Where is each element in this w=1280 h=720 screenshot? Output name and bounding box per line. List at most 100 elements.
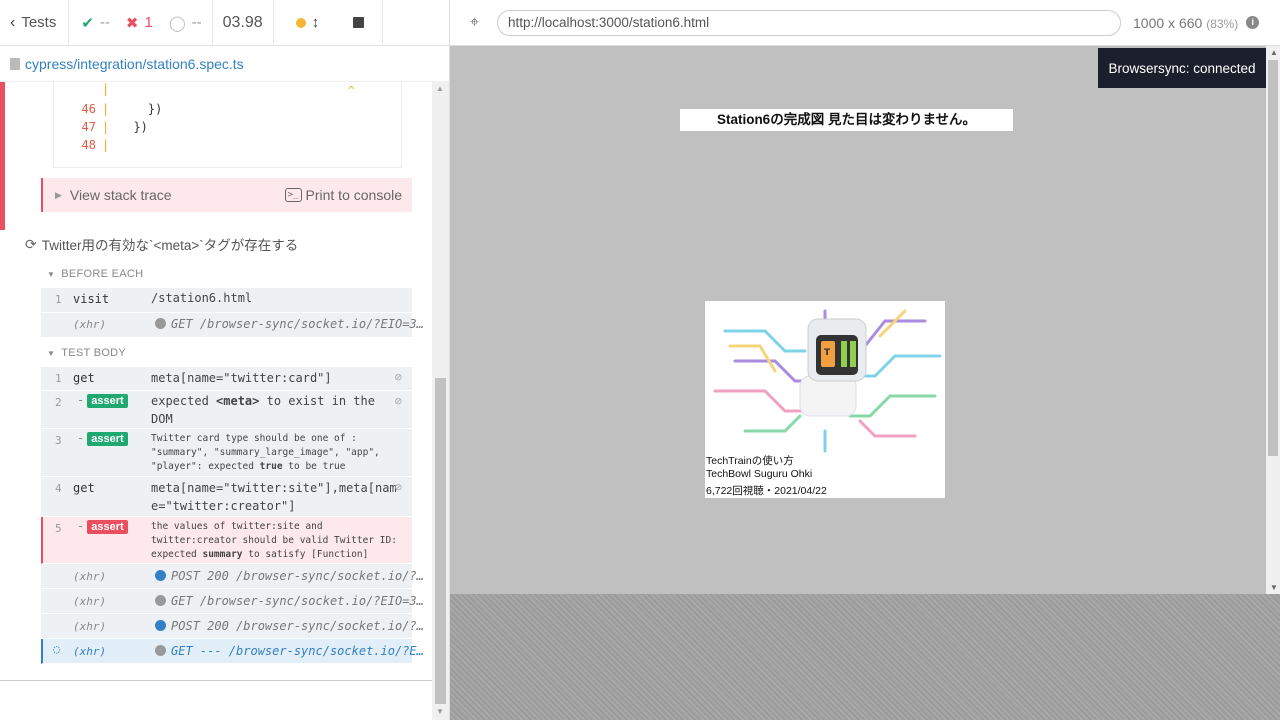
xhr-message: GET /browser-sync/socket.io/?EIO=3… [171, 317, 424, 331]
x-icon: ✖ [125, 14, 139, 32]
pending-count: ◯ -- [169, 14, 202, 32]
command-row[interactable]: 4 get meta[name="twitter:site"],meta[nam… [41, 477, 412, 517]
eye-slash-icon[interactable]: ⊘ [395, 370, 402, 384]
assert-badge: assert [87, 394, 128, 408]
url-field[interactable]: http://localhost:3000/station6.html [497, 9, 1122, 36]
thumbnail-image: T [713, 309, 942, 453]
duration: 03.98 [213, 0, 274, 46]
command-row-xhr[interactable]: (xhr) GET /browser-sync/socket.io/?EIO=3… [41, 589, 424, 614]
test-title[interactable]: ⟳ Twitter用の有効な`<meta>`タグが存在する [25, 234, 298, 254]
refresh-icon: ⟳ [25, 235, 37, 252]
scroll-up-icon[interactable]: ▲ [436, 84, 444, 93]
video-title[interactable]: TechTrainの使い方 [706, 453, 794, 468]
view-stack-trace-toggle[interactable]: View stack trace [70, 187, 172, 203]
stack-trace-bar: ▶ View stack trace >_ Print to console [41, 178, 412, 212]
msg-part: to exist in the [259, 394, 375, 408]
info-icon[interactable]: i [1246, 16, 1260, 29]
code-line-text: }) [119, 102, 163, 116]
command-row-xhr-pending[interactable]: ◌ (xhr) GET --- /browser-sync/socket.io/… [41, 639, 424, 664]
passed-value: -- [99, 14, 110, 31]
reporter-panel: ‹ Tests ✔ -- ✖ 1 ◯ -- 03.98 ↕ cypress/integ… [0, 0, 450, 720]
eye-slash-icon[interactable]: ⊘ [395, 394, 402, 408]
command-name: - assert [77, 393, 128, 408]
loading-spinner-icon: ◌ [53, 642, 61, 656]
command-row-assert-failed[interactable]: 5 - assert the values of twitter:site and… [41, 517, 412, 564]
page-heading: Station6の完成図 見た目は変わりません。 [680, 109, 1013, 131]
spec-path-link[interactable]: cypress/integration/station6.spec.ts [25, 56, 244, 72]
scroll-down-icon[interactable]: ▼ [436, 707, 444, 716]
chevron-left-icon: ‹ [10, 13, 16, 31]
msg-part: true [259, 461, 283, 472]
msg-part: to be true [282, 461, 346, 472]
hook-label: TEST BODY [61, 347, 127, 359]
status-dot-icon [155, 645, 166, 656]
terminal-icon: >_ [284, 188, 302, 202]
command-message: expected <meta> to exist in the DOM [151, 392, 375, 428]
command-row-xhr[interactable]: (xhr) POST 200 /browser-sync/socket.io/?… [41, 614, 424, 639]
command-row-xhr[interactable]: (xhr) POST 200 /browser-sync/socket.io/?… [41, 564, 424, 589]
msg-line: twitter:creator should be valid Twitter … [151, 535, 397, 546]
msg-part: <meta> [216, 394, 260, 408]
command-message: meta[name="twitter:site"],meta[nam e="tw… [151, 479, 397, 515]
browsersync-notification: Browsersync: connected [1098, 48, 1266, 88]
runnable-list: | ^ 46 | }) 47 | }) 48 | ▶ View stack tr… [0, 82, 432, 680]
assert-badge: assert [87, 432, 128, 446]
print-to-console-button[interactable]: >_ Print to console [284, 187, 403, 203]
status-dot-icon [155, 620, 166, 631]
xhr-message: POST 200 /browser-sync/socket.io/?… [171, 619, 424, 633]
xhr-message: GET /browser-sync/socket.io/?EIO=3… [171, 594, 424, 608]
stats-counts: ✔ -- ✖ 1 ◯ -- [69, 0, 213, 46]
command-row-xhr[interactable]: (xhr) GET /browser-sync/socket.io/?EIO=3… [41, 313, 424, 338]
eye-slash-icon[interactable]: ⊘ [395, 480, 402, 494]
controls: ↕ [274, 0, 384, 46]
scroll-down-icon[interactable]: ▼ [1270, 583, 1278, 592]
msg-part: summary [202, 549, 243, 560]
iframe-scrollbar[interactable]: ▲ ▼ [1266, 46, 1280, 594]
command-row-assert[interactable]: 3 - assert Twitter card type should be on… [41, 429, 412, 477]
caret-down-icon: ▼ [47, 270, 56, 279]
caret-down-icon: ▼ [47, 349, 56, 358]
command-message: POST 200 /browser-sync/socket.io/?… [155, 617, 424, 635]
command-row-assert[interactable]: 2 - assert expected <meta> to exist in th… [41, 391, 412, 429]
video-card[interactable]: T TechTrainの使い方 TechBowl Suguru Ohki 6,7… [705, 301, 945, 498]
check-icon: ✔ [81, 14, 94, 32]
print-to-console-label: Print to console [305, 187, 403, 203]
video-thumbnail[interactable]: T [705, 301, 945, 453]
command-number: 1 [55, 372, 62, 385]
scroll-up-icon[interactable]: ▲ [1270, 48, 1278, 57]
command-name: (xhr) [73, 620, 107, 633]
selector-playground-icon[interactable]: ⌖ [470, 14, 479, 32]
tests-button[interactable]: ‹ Tests [0, 0, 70, 46]
command-name: - assert [77, 431, 128, 446]
error-caret: ^ [348, 84, 355, 97]
command-message: meta[name="twitter:card"] [151, 371, 332, 385]
command-name: (xhr) [73, 645, 107, 658]
circle-notch-icon: ◯ [168, 14, 186, 32]
code-line-text: }) [119, 120, 148, 134]
command-row[interactable]: 1 visit /station6.html [41, 288, 412, 313]
code-frame: | ^ 46 | }) 47 | }) 48 | [53, 82, 402, 168]
hook-before-each[interactable]: ▼ BEFORE EACH [47, 268, 143, 280]
command-message: POST 200 /browser-sync/socket.io/?… [155, 567, 424, 585]
hook-test-body[interactable]: ▼ TEST BODY [47, 347, 126, 359]
code-line-pipe: | [102, 82, 110, 96]
msg-line: meta[name="twitter:site"],meta[nam [151, 481, 397, 495]
status-dot-icon [155, 318, 166, 329]
viewport-info[interactable]: 1000 x 660 (83%) [1133, 15, 1238, 31]
command-name: (xhr) [73, 318, 107, 331]
channel-name[interactable]: TechBowl Suguru Ohki [706, 468, 812, 480]
code-line-pipe: | [102, 138, 110, 152]
command-row[interactable]: 1 get meta[name="twitter:card"] ⊘ [41, 367, 412, 391]
svg-text:T: T [824, 348, 831, 358]
autoscroll-icon[interactable]: ↕ [312, 14, 320, 31]
msg-line: Twitter card type should be one of : [151, 433, 357, 444]
video-meta: 6,722回視聴・2021/04/22 [706, 485, 827, 497]
status-dot-icon [155, 570, 166, 581]
stop-icon[interactable] [353, 17, 365, 28]
command-number: 2 [55, 396, 62, 409]
scrollbar-thumb[interactable] [1268, 60, 1278, 456]
scrollbar-thumb[interactable] [435, 378, 446, 704]
url-bar: ⌖ http://localhost:3000/station6.html 10… [450, 0, 1280, 46]
divider [0, 680, 432, 681]
reporter-scrollbar[interactable]: ▲ ▼ [432, 82, 449, 720]
